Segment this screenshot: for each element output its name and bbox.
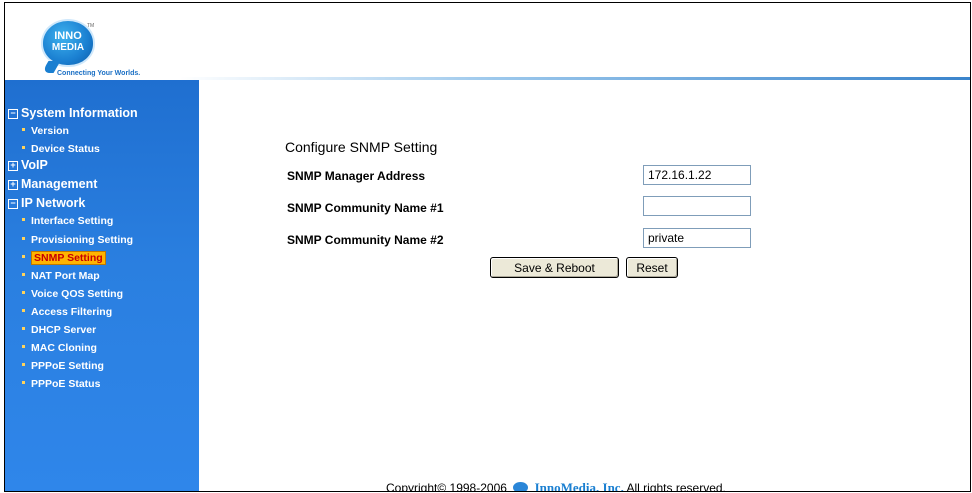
sidebar-item-label: Voice QOS Setting	[31, 288, 123, 300]
sidebar-section-management[interactable]: + Management	[8, 177, 97, 191]
logo-trademark: TM	[87, 23, 95, 29]
sidebar-section-label: Management	[21, 177, 98, 191]
bullet-icon	[22, 362, 25, 366]
sidebar-section-label: IP Network	[21, 196, 86, 210]
bullet-icon	[22, 308, 25, 312]
sidebar-section-voip[interactable]: + VoIP	[8, 158, 48, 172]
sidebar-section-label: System Information	[21, 106, 138, 120]
page-title: Configure SNMP Setting	[285, 139, 438, 155]
sidebar-item-pppoe-status[interactable]: PPPoE Status	[22, 378, 100, 390]
footer-copyright: Copyright© 1998-2006 InnoMedia, Inc. All…	[386, 480, 726, 492]
sidebar-item-label: NAT Port Map	[31, 270, 100, 282]
snmp-manager-address-input[interactable]	[643, 165, 751, 185]
bullet-icon	[22, 145, 25, 149]
bullet-icon	[22, 326, 25, 330]
bullet-icon	[22, 380, 25, 384]
copyright-text: Copyright© 1998-2006	[386, 481, 507, 492]
snmp-community-1-input[interactable]	[643, 196, 751, 216]
expand-icon: +	[8, 160, 18, 171]
snmp-community-2-input[interactable]	[643, 228, 751, 248]
sidebar-item-access-filtering[interactable]: Access Filtering	[22, 306, 112, 318]
sidebar-section-ip-network[interactable]: − IP Network	[8, 196, 85, 210]
innomedia-logo[interactable]: INNO MEDIA TM Connecting Your Worlds.	[31, 15, 181, 77]
bullet-icon	[22, 236, 25, 240]
app-frame: INNO MEDIA TM Connecting Your Worlds. − S…	[4, 2, 971, 492]
sidebar-item-label: Provisioning Setting	[31, 234, 134, 246]
company-name: InnoMedia, Inc.	[534, 480, 624, 492]
logo-tagline: Connecting Your Worlds.	[57, 70, 141, 77]
collapse-icon: −	[8, 108, 18, 119]
bullet-icon	[22, 254, 25, 258]
collapse-icon: −	[8, 198, 18, 209]
bullet-icon	[22, 344, 25, 348]
bullet-icon	[22, 127, 25, 131]
sidebar-item-device-status[interactable]: Device Status	[22, 143, 100, 155]
sidebar-item-label: DHCP Server	[31, 324, 97, 336]
snmp-community-2-label: SNMP Community Name #2	[287, 233, 444, 247]
sidebar-item-label: Version	[31, 125, 69, 137]
sidebar-section-system-information[interactable]: − System Information	[8, 106, 138, 120]
logo-text-inno: INNO	[54, 30, 82, 42]
sidebar-item-provisioning-setting[interactable]: Provisioning Setting	[22, 234, 133, 246]
sidebar-item-pppoe-setting[interactable]: PPPoE Setting	[22, 360, 104, 372]
bullet-icon	[22, 290, 25, 294]
sidebar-item-label: Interface Setting	[31, 215, 114, 227]
reset-button[interactable]: Reset	[626, 257, 678, 278]
header: INNO MEDIA TM Connecting Your Worlds.	[5, 3, 970, 80]
sidebar-item-label: SNMP Setting	[31, 251, 106, 265]
sidebar-item-dhcp-server[interactable]: DHCP Server	[22, 324, 96, 336]
sidebar-item-nat-port-map[interactable]: NAT Port Map	[22, 270, 100, 282]
snmp-manager-address-label: SNMP Manager Address	[287, 169, 426, 183]
sidebar-item-snmp-setting[interactable]: SNMP Setting	[22, 251, 106, 265]
sidebar-section-label: VoIP	[21, 158, 48, 172]
snmp-community-1-label: SNMP Community Name #1	[287, 201, 444, 215]
header-divider	[180, 77, 970, 80]
sidebar-nav: − System Information Version Device Statu…	[5, 80, 199, 491]
sidebar-item-label: PPPoE Status	[31, 378, 101, 390]
logo-text-media: MEDIA	[51, 42, 85, 53]
save-reboot-button[interactable]: Save & Reboot	[490, 257, 619, 278]
sidebar-item-interface-setting[interactable]: Interface Setting	[22, 215, 113, 227]
sidebar-item-mac-cloning[interactable]: MAC Cloning	[22, 342, 97, 354]
bullet-icon	[22, 272, 25, 276]
sidebar-item-label: Device Status	[31, 143, 100, 155]
sidebar-item-voice-qos-setting[interactable]: Voice QOS Setting	[22, 288, 123, 300]
rights-text: All rights reserved.	[626, 481, 726, 492]
sidebar-item-version[interactable]: Version	[22, 125, 69, 137]
expand-icon: +	[8, 179, 18, 190]
innomedia-mini-logo-icon	[513, 482, 529, 491]
sidebar-item-label: MAC Cloning	[31, 342, 97, 354]
bullet-icon	[22, 217, 25, 221]
sidebar-item-label: Access Filtering	[31, 306, 113, 318]
sidebar-item-label: PPPoE Setting	[31, 360, 104, 372]
